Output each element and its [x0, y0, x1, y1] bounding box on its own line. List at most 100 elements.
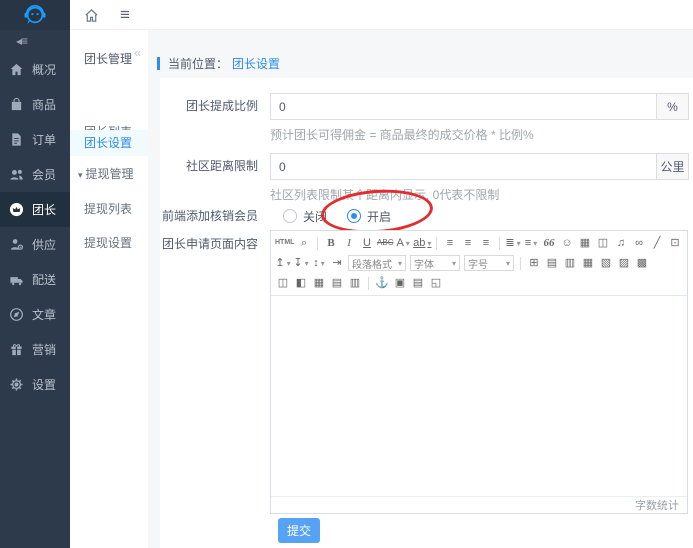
toolbar-separator: [499, 237, 500, 250]
sidebar-item-members[interactable]: 会员: [0, 157, 70, 192]
margin-top-button[interactable]: ↥▾: [275, 255, 291, 271]
toolbar-separator: [436, 237, 437, 250]
radio-circle-on: [347, 209, 361, 223]
insert-row-below-button[interactable]: ▧: [598, 255, 614, 271]
highlight-color-button[interactable]: ab▾: [413, 235, 431, 251]
delete-table-button[interactable]: ▥: [347, 275, 363, 291]
orders-icon: [9, 132, 24, 147]
map-button[interactable]: ▣: [392, 275, 408, 291]
delete-row-button[interactable]: ▦: [311, 275, 327, 291]
emoticons-button[interactable]: ☺: [559, 235, 575, 251]
split-cells-button[interactable]: ◧: [293, 275, 309, 291]
font-size-select[interactable]: 字号▾: [464, 255, 514, 271]
font-color-button[interactable]: A▾: [395, 235, 411, 251]
fullscreen-button[interactable]: ⊡: [667, 235, 683, 251]
hamburger-menu-icon[interactable]: ≡: [120, 0, 130, 30]
remove-format-button[interactable]: ╱: [649, 235, 665, 251]
submenu-item-withdraw-settings[interactable]: 提现设置: [84, 234, 132, 251]
marketing-icon: [9, 342, 24, 357]
html-source-button[interactable]: HTML: [275, 235, 294, 251]
underline-button[interactable]: U: [359, 235, 375, 251]
delete-col-button[interactable]: ▤: [329, 275, 345, 291]
overview-icon: [9, 62, 24, 77]
margin-bottom-button[interactable]: ↧▾: [293, 255, 309, 271]
submenu-item-leader-settings[interactable]: 团长设置: [70, 130, 148, 156]
commission-ratio-input[interactable]: [270, 93, 656, 120]
goods-icon: [9, 97, 24, 112]
app-logo[interactable]: [0, 0, 70, 30]
merge-cells-button[interactable]: ◫: [275, 275, 291, 291]
editor-content-area[interactable]: [271, 296, 687, 496]
toolbar-separator: [368, 277, 369, 290]
sidebar-item-supply[interactable]: 供应: [0, 227, 70, 262]
submenu-group-leader-management[interactable]: 团长管理: [84, 50, 132, 67]
insert-row-above-button[interactable]: ▦: [580, 255, 596, 271]
link-button[interactable]: ∞: [631, 235, 647, 251]
strikethrough-button[interactable]: ABC: [377, 235, 393, 251]
indent-button[interactable]: ⇥: [329, 255, 345, 271]
commission-ratio-suffix: %: [656, 93, 689, 120]
word-count-label: 字数统计: [635, 497, 679, 513]
breadcrumb-current-link[interactable]: 团长设置: [232, 55, 280, 72]
blockquote-button[interactable]: 66: [541, 235, 557, 251]
anchor-button[interactable]: ⚓: [374, 275, 390, 291]
sidebar-item-settings[interactable]: 设置: [0, 367, 70, 402]
sidebar-collapse-button[interactable]: ◂≡: [0, 30, 70, 52]
print-button[interactable]: ▤: [410, 275, 426, 291]
paste-button[interactable]: ◱: [428, 275, 444, 291]
radio-circle-off: [283, 209, 297, 223]
unordered-list-button[interactable]: ≡▾: [523, 235, 539, 251]
bold-button[interactable]: B: [323, 235, 339, 251]
sidebar-item-delivery[interactable]: 配送: [0, 262, 70, 297]
page-content-label: 团长申请页面内容: [160, 234, 258, 254]
align-right-button[interactable]: ≡: [478, 235, 494, 251]
breadcrumb-accent-bar: [157, 57, 160, 70]
sidebar-item-overview[interactable]: 概况: [0, 52, 70, 87]
music-button[interactable]: ♫: [613, 235, 629, 251]
align-left-button[interactable]: ≡: [442, 235, 458, 251]
distance-limit-input[interactable]: [270, 153, 656, 180]
editor-footer: 字数统计: [271, 496, 687, 513]
italic-button[interactable]: I: [341, 235, 357, 251]
robot-logo-icon: [21, 3, 49, 27]
supply-icon: [9, 237, 24, 252]
radio-option-on[interactable]: 开启: [347, 208, 391, 225]
commission-ratio-help: 预计团长可得佣金 = 商品最终的成交价格 * 比例%: [270, 126, 534, 143]
commission-ratio-group: %: [270, 93, 689, 120]
ordered-list-button[interactable]: ≣▾: [505, 235, 521, 251]
image-button[interactable]: ▦: [577, 235, 593, 251]
cell-props-button[interactable]: ▥: [562, 255, 578, 271]
video-button[interactable]: ◫: [595, 235, 611, 251]
submenu-collapse-icon[interactable]: «: [134, 45, 141, 60]
home-icon[interactable]: [84, 0, 99, 30]
insert-col-left-button[interactable]: ▨: [616, 255, 632, 271]
distance-limit-help: 社区列表限制某个距离内显示, 0代表不限制: [270, 186, 499, 203]
line-height-button[interactable]: ↕▾: [311, 255, 327, 271]
paragraph-format-select[interactable]: 段落格式▾: [348, 255, 406, 271]
sidebar-item-marketing[interactable]: 营销: [0, 332, 70, 367]
sidebar-item-orders[interactable]: 订单: [0, 122, 70, 157]
radio-option-off[interactable]: 关闭: [283, 208, 327, 225]
submenu-item-withdraw-list[interactable]: 提现列表: [84, 200, 132, 217]
editor-toolbar: HTML⌕BIUABCA▾ab▾≡≡≡≣▾≡▾66☺▦◫♫∞╱⊡↥▾↧▾↕▾⇥段…: [271, 231, 687, 296]
collapse-left-icon: ◂≡: [16, 34, 27, 48]
sidebar-item-articles[interactable]: 文章: [0, 297, 70, 332]
sidebar-item-leader[interactable]: 团长: [0, 192, 70, 227]
table-insert-button[interactable]: ⊞: [526, 255, 542, 271]
topbar: ≡: [70, 0, 693, 30]
commission-ratio-label: 团长提成比例: [160, 93, 258, 120]
submit-button[interactable]: 提交: [278, 518, 320, 543]
align-center-button[interactable]: ≡: [460, 235, 476, 251]
insert-col-right-button[interactable]: ▩: [634, 255, 650, 271]
table-props-button[interactable]: ▤: [544, 255, 560, 271]
delivery-icon: [9, 272, 24, 287]
font-family-select[interactable]: 字体▾: [410, 255, 460, 271]
distance-limit-group: 公里: [270, 153, 689, 180]
sidebar-menu: 概况 商品 订单 会员 团长 供应 配送 文章: [0, 52, 70, 402]
settings-form-panel: 团长提成比例 % 预计团长可得佣金 = 商品最终的成交价格 * 比例% 社区距离…: [160, 78, 693, 548]
leader-icon: [9, 202, 24, 217]
sidebar-item-goods[interactable]: 商品: [0, 87, 70, 122]
main-sidebar: ◂≡ 概况 商品 订单 会员 团长 供应 配送: [0, 0, 70, 548]
preview-icon[interactable]: ⌕: [296, 235, 312, 251]
submenu-group-withdraw-management[interactable]: ▾提现管理: [78, 165, 134, 182]
